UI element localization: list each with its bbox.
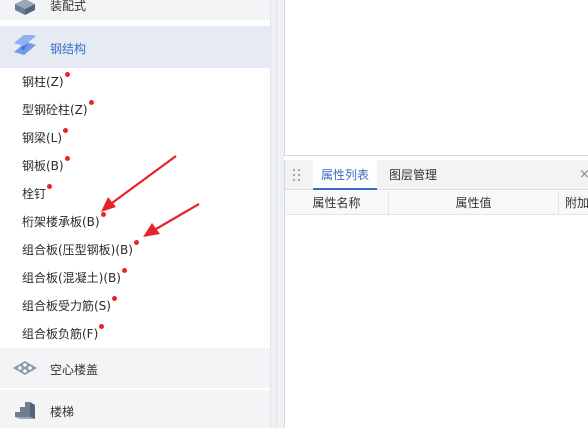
nav-category-label: 空心楼盖: [50, 363, 99, 377]
nav-item-truss-deck[interactable]: 桁架楼承板(B): [0, 208, 270, 236]
drag-handle-icon[interactable]: [293, 169, 301, 182]
nav-item-label: 组合板(压型钢板)(B): [22, 243, 133, 257]
nav-category-label: 钢结构: [50, 42, 87, 56]
red-marker-dot: [133, 240, 139, 245]
red-marker-dot: [99, 324, 105, 329]
drawing-area[interactable]: [284, 0, 588, 156]
nav-item-composite-neg-rebar[interactable]: 组合板负筋(F): [0, 320, 270, 348]
red-marker-dot: [47, 184, 53, 189]
stairs-icon: [15, 402, 35, 419]
nav-item-label: 栓钉: [22, 187, 47, 201]
nav-category-prefab[interactable]: 装配式: [0, 0, 270, 20]
property-tab-bar: 属性列表 图层管理 ×: [285, 160, 588, 190]
panel-gap: [277, 0, 284, 428]
app-window: 装配式 钢结构 钢柱(Z) 型钢砼柱(Z) 钢梁(L) 钢板(B) 栓钉 桁架楼…: [0, 0, 588, 428]
hollow-slab-icon: [13, 361, 37, 375]
nav-item-steel-beam[interactable]: 钢梁(L): [0, 124, 270, 152]
nav-category-label: 装配式: [50, 0, 87, 13]
property-table-header: 属性名称 属性值 附加: [285, 191, 588, 215]
nav-item-composite-main-rebar[interactable]: 组合板受力筋(S): [0, 292, 270, 320]
component-nav-panel: 装配式 钢结构 钢柱(Z) 型钢砼柱(Z) 钢梁(L) 钢板(B) 栓钉 桁架楼…: [0, 0, 270, 428]
column-header-value: 属性值: [389, 191, 559, 215]
red-marker-dot: [100, 212, 106, 217]
nav-item-label: 组合板负筋(F): [22, 327, 99, 341]
red-marker-dot: [121, 268, 127, 273]
tab-property-list[interactable]: 属性列表: [313, 160, 378, 190]
red-marker-dot: [64, 156, 70, 161]
prefab-component-icon: [15, 0, 35, 15]
close-icon[interactable]: ×: [579, 167, 588, 182]
nav-item-stud[interactable]: 栓钉: [0, 180, 270, 208]
nav-category-stairs[interactable]: 楼梯: [0, 390, 270, 428]
nav-category-label: 楼梯: [50, 405, 75, 419]
column-header-name: 属性名称: [285, 191, 389, 215]
nav-item-label: 桁架楼承板(B): [22, 215, 100, 229]
nav-category-steel[interactable]: 钢结构: [0, 26, 270, 68]
property-panel: 属性列表 图层管理 × 属性名称 属性值 附加: [284, 160, 588, 428]
nav-item-label: 组合板受力筋(S): [22, 299, 111, 313]
nav-category-hollow-slab[interactable]: 空心楼盖: [0, 348, 270, 388]
nav-item-label: 型钢砼柱(Z): [22, 103, 88, 117]
red-marker-dot: [63, 128, 69, 133]
nav-item-composite-concrete[interactable]: 组合板(混凝土)(B): [0, 264, 270, 292]
nav-item-label: 组合板(混凝土)(B): [22, 271, 121, 285]
nav-item-steel-concrete-column[interactable]: 型钢砼柱(Z): [0, 96, 270, 124]
nav-item-label: 钢柱(Z): [22, 75, 64, 89]
nav-item-label: 钢梁(L): [22, 131, 63, 145]
nav-item-steel-column[interactable]: 钢柱(Z): [0, 68, 270, 96]
column-header-extra: 附加: [565, 196, 588, 210]
nav-item-label: 钢板(B): [22, 159, 64, 173]
nav-item-composite-profiled[interactable]: 组合板(压型钢板)(B): [0, 236, 270, 264]
tab-layer-management[interactable]: 图层管理: [381, 160, 445, 190]
nav-splitter[interactable]: [270, 0, 277, 428]
red-marker-dot: [111, 296, 117, 301]
nav-item-steel-plate[interactable]: 钢板(B): [0, 152, 270, 180]
red-marker-dot: [88, 100, 94, 105]
red-marker-dot: [64, 72, 70, 77]
steel-beam-icon: [14, 35, 36, 55]
